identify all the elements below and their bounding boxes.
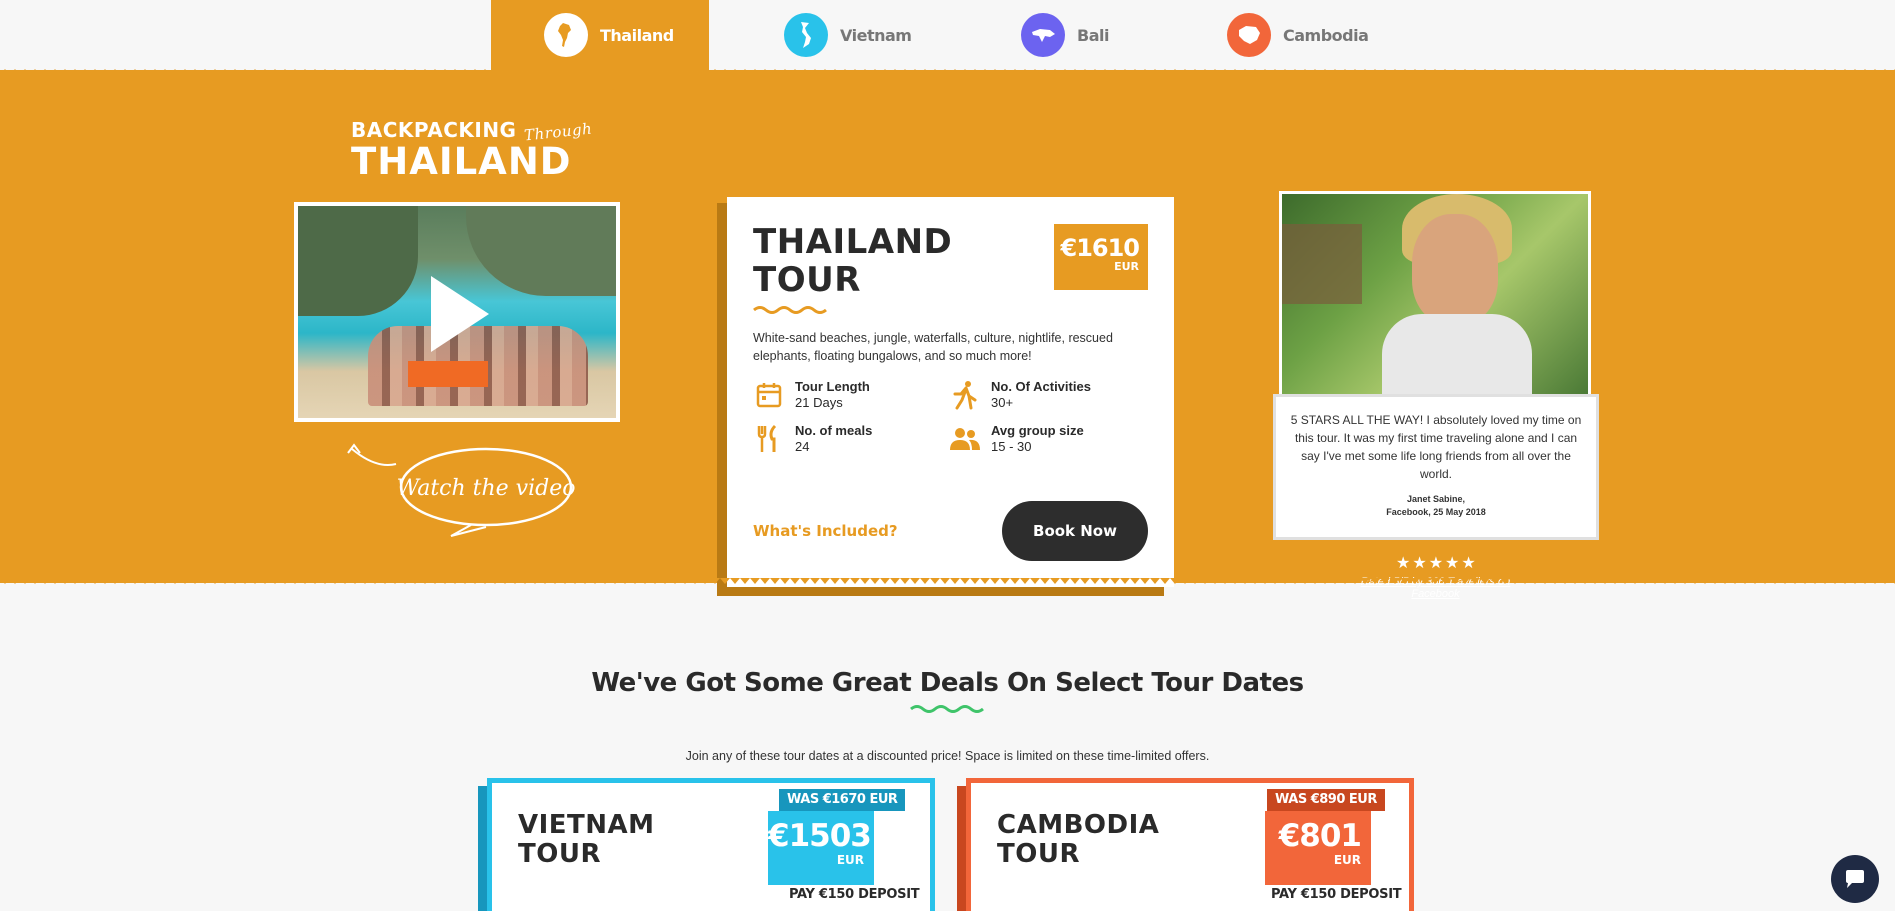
activity-icon [949, 379, 981, 411]
vietnam-map-icon [784, 13, 828, 57]
wavy-divider-top [0, 65, 1895, 75]
heading-big: THAILAND [351, 140, 572, 183]
cambodia-map-icon [1227, 13, 1271, 57]
backpacking-heading: BACKPACKING Through THAILAND [351, 118, 594, 183]
video-thumbnail[interactable] [294, 202, 620, 422]
tab-label: Cambodia [1283, 25, 1369, 45]
deal-price-badge: €1503 EUR [768, 811, 874, 885]
review-author: Janet Sabine, Facebook, 25 May 2018 [1386, 494, 1486, 517]
group-icon [949, 423, 981, 455]
meals-icon [753, 423, 785, 455]
tab-vietnam[interactable]: Vietnam [731, 0, 931, 70]
price-badge: €1610 EUR [1054, 224, 1148, 290]
was-price-badge: WAS €890 EUR [1267, 789, 1385, 811]
deposit-label: PAY €150 DEPOSIT [1271, 887, 1402, 902]
wavy-divider-bottom [0, 578, 1895, 588]
was-price-badge: WAS €1670 EUR [779, 789, 906, 811]
deals-subtitle: Join any of these tour dates at a discou… [685, 749, 1210, 763]
review-text: 5 STARS ALL THE WAY! I absolutely loved … [1290, 413, 1582, 481]
tour-card: THAILAND TOUR €1610 EUR White-sand beach… [727, 197, 1174, 587]
chat-button[interactable] [1831, 855, 1879, 903]
review-card: 5 STARS ALL THE WAY! I absolutely loved … [1273, 394, 1599, 540]
heading-small: BACKPACKING [351, 118, 517, 142]
tab-label: Vietnam [840, 25, 912, 45]
hero-section: BACKPACKING Through THAILAND Watch the v… [0, 65, 1895, 600]
tour-description: White-sand beaches, jungle, waterfalls, … [753, 331, 1113, 363]
book-now-button[interactable]: Book Now [1002, 501, 1148, 561]
tab-label: Bali [1077, 25, 1109, 45]
play-icon[interactable] [431, 276, 489, 352]
tab-thailand[interactable]: Thailand [491, 0, 709, 70]
tab-bali[interactable]: Bali [968, 0, 1168, 70]
deal-title: VIETNAM TOUR [518, 810, 655, 869]
watch-video-label: Watch the video [397, 476, 576, 501]
stat-tour-length: Tour Length 21 Days [753, 379, 949, 411]
calendar-icon [753, 379, 785, 411]
tour-stats: Tour Length 21 Days No. Of Activities 30+ … [753, 379, 1148, 455]
bali-map-icon [1021, 13, 1065, 57]
stat-meals: No. of meals 24 [753, 423, 949, 455]
stat-group-size: Avg group size 15 - 30 [949, 423, 1145, 455]
squiggle-decoration [910, 705, 984, 713]
stat-activities: No. Of Activities 30+ [949, 379, 1145, 411]
deal-card-vietnam[interactable]: VIETNAM TOUR WAS €1670 EUR €1503 EUR PAY… [487, 778, 935, 911]
heading-through: Through [523, 119, 594, 145]
reviewer-photo [1279, 191, 1591, 397]
tab-label: Thailand [600, 25, 674, 45]
watch-video-doodle[interactable]: Watch the video [346, 439, 576, 539]
deal-price-badge: €801 EUR [1265, 811, 1371, 885]
deal-title: CAMBODIA TOUR [997, 810, 1160, 869]
whats-included-link[interactable]: What's Included? [753, 522, 898, 540]
chat-icon [1846, 870, 1864, 888]
deposit-label: PAY €150 DEPOSIT [789, 887, 920, 902]
destination-tabs: Thailand Vietnam Bali Cambodia [0, 0, 1895, 70]
rating-stars: ★★★★★ [1396, 555, 1478, 572]
deal-card-cambodia[interactable]: CAMBODIA TOUR WAS €890 EUR €801 EUR PAY … [966, 778, 1414, 911]
squiggle-decoration [753, 306, 827, 314]
thailand-map-icon [544, 13, 588, 57]
deals-title: We've Got Some Great Deals On Select Tou… [591, 668, 1304, 698]
tab-cambodia[interactable]: Cambodia [1174, 0, 1414, 70]
